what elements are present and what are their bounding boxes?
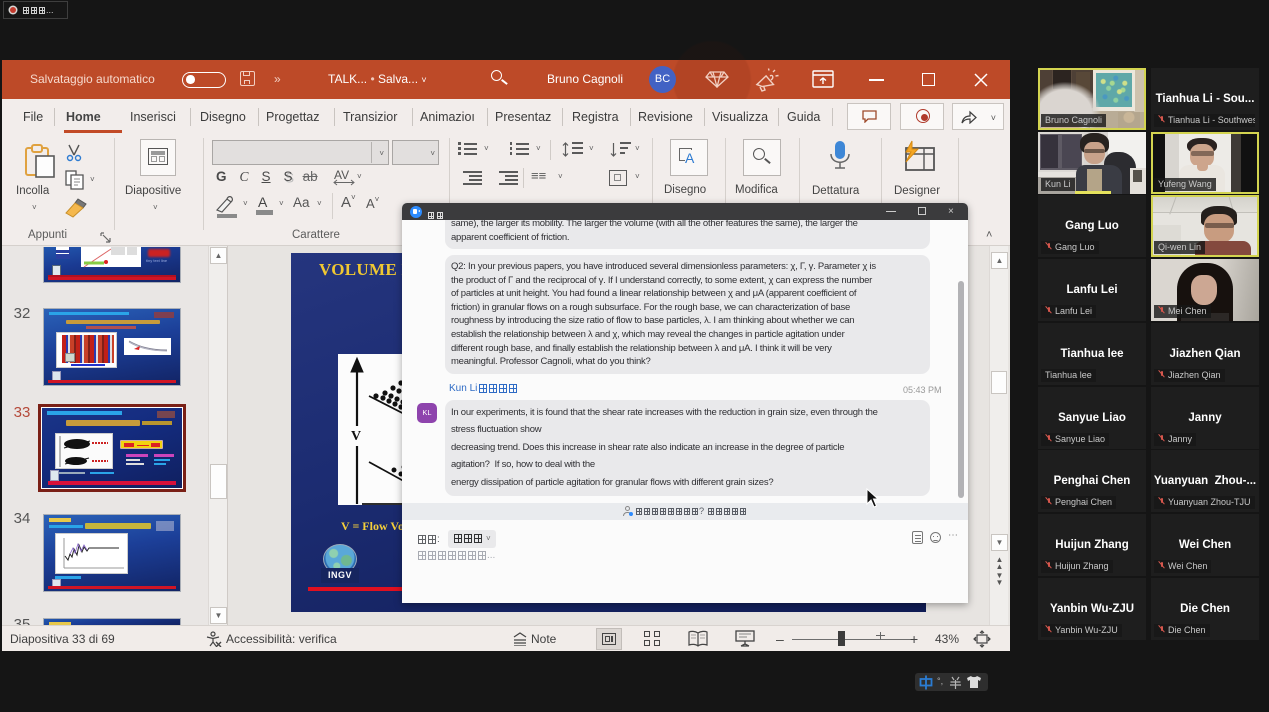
svg-text:V: V bbox=[351, 429, 361, 444]
